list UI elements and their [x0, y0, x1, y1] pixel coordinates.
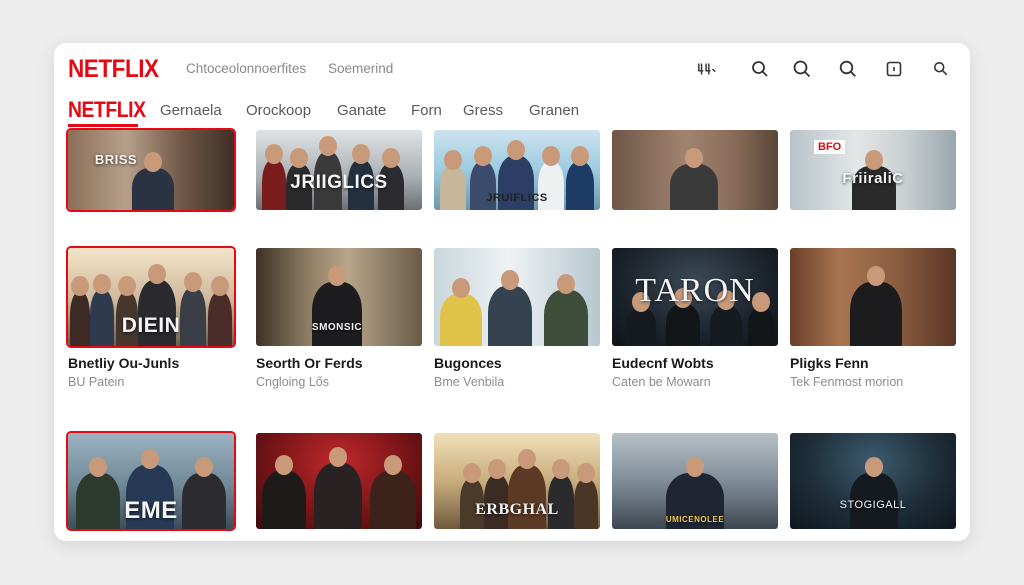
card-subtitle: BU Patein — [68, 375, 125, 389]
title-tile[interactable]: STOGIGALL — [790, 433, 956, 529]
title-tile[interactable]: EME — [66, 431, 236, 531]
tile-title: ERBGHAL — [475, 501, 559, 518]
title-tile[interactable] — [434, 248, 600, 346]
tile-title: FriiraliC — [842, 170, 904, 187]
search-icon[interactable] — [750, 59, 770, 79]
tile-badge: BFO — [814, 140, 846, 154]
tile-title: JRUIFLICS — [486, 192, 548, 204]
tile-title: BRISS — [94, 152, 138, 167]
card-subtitle: Tek Fenmost morion — [790, 375, 904, 389]
nav-logo[interactable]: NETFLIX — [68, 97, 146, 123]
title-tile[interactable]: UMICENOLEE — [612, 433, 778, 529]
app-window: NETFLIX Chtoceolonnoerfites Soemerind NE… — [54, 43, 970, 541]
tile-title: SMONSIC — [311, 322, 363, 333]
title-tile[interactable]: TARON — [612, 248, 778, 346]
tile-title: UMICENOLEE — [665, 515, 725, 524]
tile-title: DIEIN — [121, 314, 181, 337]
nav-item-1[interactable]: Gernaela — [160, 102, 222, 119]
title-tile[interactable] — [612, 130, 778, 210]
title-tile[interactable]: ERBGHAL — [434, 433, 600, 529]
active-nav-indicator — [68, 124, 138, 127]
nav-item-3[interactable]: Ganate — [337, 102, 386, 119]
tile-title: JRIIGLICS — [290, 172, 388, 193]
nav-item-4[interactable]: Forn — [411, 102, 442, 119]
title-tile[interactable]: JRUIFLICS — [434, 130, 600, 210]
header-link-2[interactable]: Soemerind — [328, 61, 393, 76]
title-tile[interactable] — [790, 248, 956, 346]
nav-item-2[interactable]: Orockoop — [246, 102, 311, 119]
tile-title: EME — [124, 497, 178, 524]
title-tile[interactable]: DIEIN — [66, 246, 236, 348]
netflix-logo[interactable]: NETFLIX — [68, 55, 159, 84]
tile-title: TARON — [635, 272, 755, 309]
card-subtitle: Bme Venbila — [434, 375, 505, 389]
nav-item-5[interactable]: Gress — [463, 102, 503, 119]
card-title[interactable]: Bugonces — [434, 355, 502, 371]
search-icon[interactable] — [931, 59, 951, 79]
title-tile[interactable]: SMONSIC — [256, 248, 422, 346]
card-subtitle: Cngloing Lős — [256, 375, 329, 389]
square-icon[interactable] — [884, 59, 904, 79]
search-icon[interactable] — [792, 59, 812, 79]
card-title[interactable]: Eudecnf Wobts — [612, 355, 714, 371]
title-tile[interactable]: JRIIGLICS — [256, 130, 422, 210]
header-link-1[interactable]: Chtoceolonnoerfites — [186, 61, 306, 76]
account-icon[interactable] — [697, 59, 717, 79]
search-icon[interactable] — [838, 59, 858, 79]
title-tile[interactable]: BRISS — [66, 128, 236, 212]
card-title[interactable]: Seorth Or Ferds — [256, 355, 363, 371]
title-tile[interactable]: BFO FriiraliC — [790, 130, 956, 210]
card-title[interactable]: Bnetliy Ou-Junls — [68, 355, 179, 371]
card-subtitle: Caten be Mowarn — [612, 375, 711, 389]
title-tile[interactable] — [256, 433, 422, 529]
nav-item-6[interactable]: Granen — [529, 102, 579, 119]
card-title[interactable]: Pligks Fenn — [790, 355, 869, 371]
tile-title: STOGIGALL — [839, 499, 907, 511]
